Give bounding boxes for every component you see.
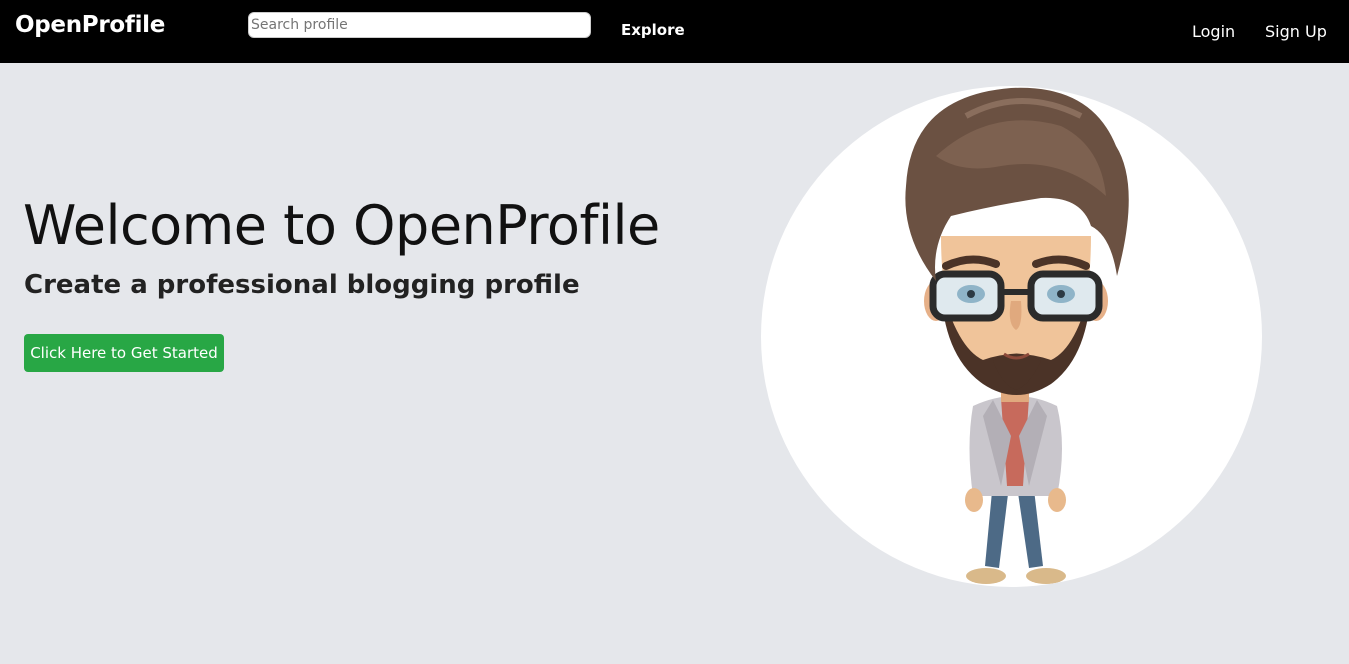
nav-explore-link[interactable]: Explore	[621, 21, 685, 39]
cartoon-man-avatar-icon	[905, 87, 1129, 584]
brand-logo[interactable]: OpenProfile	[15, 12, 165, 38]
nav-signup-link[interactable]: Sign Up	[1265, 22, 1327, 41]
nav-login-link[interactable]: Login	[1192, 22, 1235, 41]
top-navbar: OpenProfile Explore Login Sign Up	[0, 0, 1349, 63]
search-input[interactable]	[248, 12, 591, 38]
hero-subtitle: Create a professional blogging profile	[24, 270, 580, 300]
hero-title: Welcome to OpenProfile	[23, 194, 660, 257]
get-started-button[interactable]: Click Here to Get Started	[24, 334, 224, 372]
hero-avatar-illustration	[761, 86, 1262, 587]
